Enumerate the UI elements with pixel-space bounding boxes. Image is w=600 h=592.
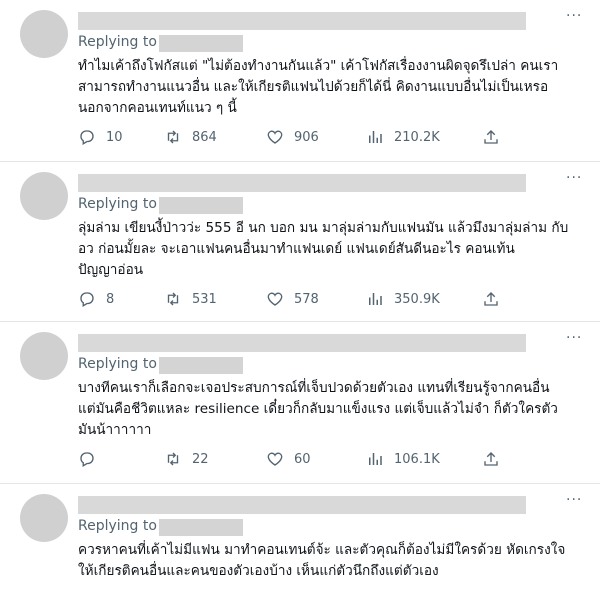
tweet-text-line: ทำไมเค้าถึงโฟกัสแต่ "ไม่ต้องทำงานกันแล้ว… bbox=[78, 58, 559, 74]
tweet-text: บางทีคนเราก็เลือกจะเจอประสบการณ์ที่เจ็บป… bbox=[78, 378, 588, 441]
tweet-text-line: มันน้าาาาาา bbox=[78, 422, 152, 438]
more-icon[interactable]: ··· bbox=[566, 8, 582, 24]
author-name-redacted[interactable] bbox=[78, 12, 526, 30]
replying-to-label: Replying to bbox=[78, 34, 157, 50]
heart-icon bbox=[267, 130, 283, 144]
like-button[interactable]: 578 bbox=[266, 290, 319, 308]
like-count: 906 bbox=[294, 129, 319, 145]
replying-to-handle-redacted[interactable] bbox=[159, 519, 243, 536]
tweet-text-line: ปัญญาอ่อน bbox=[78, 262, 144, 278]
more-icon[interactable]: ··· bbox=[566, 170, 582, 186]
reply-count: 10 bbox=[106, 129, 123, 145]
retweet-count: 531 bbox=[192, 291, 217, 307]
views-button[interactable]: 350.9K bbox=[366, 290, 440, 308]
like-count: 578 bbox=[294, 291, 319, 307]
reply-count: 8 bbox=[106, 291, 115, 307]
replying-to-label: Replying to bbox=[78, 196, 157, 212]
views-icon bbox=[369, 453, 382, 465]
retweet-button[interactable]: 22 bbox=[164, 450, 209, 468]
views-icon bbox=[369, 293, 382, 305]
replying-to-label: Replying to bbox=[78, 356, 157, 372]
share-button[interactable] bbox=[482, 450, 510, 468]
views-button[interactable]: 106.1K bbox=[366, 450, 440, 468]
tweet-text-line: สามารถทำงานแนวอื่น และให้เกียรติแฟนไปด้ว… bbox=[78, 79, 549, 95]
tweet[interactable]: ··· Replying to ทำไมเค้าถึงโฟกัสแต่ "ไม่… bbox=[0, 0, 600, 162]
tweet-actions: 22 60 106.1K bbox=[78, 450, 598, 470]
like-count: 60 bbox=[294, 451, 311, 467]
tweet-text-line: นอกจากคอนเทนท์แนว ๆ นี้ bbox=[78, 100, 237, 116]
retweet-button[interactable]: 864 bbox=[164, 128, 217, 146]
reply-button[interactable] bbox=[78, 450, 106, 468]
avatar[interactable] bbox=[20, 172, 68, 220]
retweet-button[interactable]: 531 bbox=[164, 290, 217, 308]
share-icon bbox=[484, 130, 498, 144]
tweet-actions: 10 864 906 210.2K bbox=[78, 128, 598, 148]
heart-icon bbox=[267, 292, 283, 306]
avatar[interactable] bbox=[20, 10, 68, 58]
heart-icon bbox=[267, 452, 283, 466]
reply-icon bbox=[80, 452, 94, 467]
replying-to-label: Replying to bbox=[78, 518, 157, 534]
view-count: 350.9K bbox=[394, 291, 440, 307]
reply-icon bbox=[80, 292, 94, 307]
reply-button[interactable]: 8 bbox=[78, 290, 114, 308]
retweet-icon bbox=[167, 292, 179, 306]
view-count: 106.1K bbox=[394, 451, 440, 467]
replying-to-handle-redacted[interactable] bbox=[159, 35, 243, 52]
tweet[interactable]: ··· Replying to บางทีคนเราก็เลือกจะเจอปร… bbox=[0, 322, 600, 484]
share-button[interactable] bbox=[482, 128, 510, 146]
view-count: 210.2K bbox=[394, 129, 440, 145]
reply-icon bbox=[80, 130, 94, 145]
more-icon[interactable]: ··· bbox=[566, 492, 582, 508]
more-icon[interactable]: ··· bbox=[566, 330, 582, 346]
tweet-text: ทำไมเค้าถึงโฟกัสแต่ "ไม่ต้องทำงานกันแล้ว… bbox=[78, 56, 588, 119]
tweet-text-line: ควรหาคนที่เค้าไม่มีแฟน มาทำคอนเทนต์จ้ะ แ… bbox=[78, 542, 566, 558]
like-button[interactable]: 60 bbox=[266, 450, 311, 468]
tweet-text-line: แต่มันคือชีวิตแหละ resilience เดี๋ยวก็กล… bbox=[78, 401, 558, 417]
retweet-icon bbox=[167, 130, 179, 144]
author-name-redacted[interactable] bbox=[78, 174, 526, 192]
reply-button[interactable]: 10 bbox=[78, 128, 123, 146]
tweet[interactable]: ··· Replying to ควรหาคนที่เค้าไม่มีแฟน ม… bbox=[0, 484, 600, 592]
like-button[interactable]: 906 bbox=[266, 128, 319, 146]
tweet-actions: 8 531 578 350.9K bbox=[78, 290, 598, 310]
share-button[interactable] bbox=[482, 290, 510, 308]
avatar[interactable] bbox=[20, 332, 68, 380]
share-icon bbox=[484, 292, 498, 306]
tweet-text-line: ลุ่มล่าม เขียนงี้ป่าวว่ะ 555 อี นก บอก ม… bbox=[78, 220, 569, 236]
tweet-text-line: บางทีคนเราก็เลือกจะเจอประสบการณ์ที่เจ็บป… bbox=[78, 380, 550, 396]
avatar[interactable] bbox=[20, 494, 68, 542]
retweet-icon bbox=[167, 452, 179, 466]
tweet-text-line: อว ก่อนมั้ยละ จะเอาแฟนคนอื่นมาทำแฟนเดย์ … bbox=[78, 241, 515, 257]
retweet-count: 22 bbox=[192, 451, 209, 467]
tweet-text-line: ให้เกียรติคนอื่นและคนของตัวเองบ้าง เห็นแ… bbox=[78, 563, 439, 579]
replying-to-handle-redacted[interactable] bbox=[159, 357, 243, 374]
author-name-redacted[interactable] bbox=[78, 334, 526, 352]
share-icon bbox=[484, 452, 498, 466]
author-name-redacted[interactable] bbox=[78, 496, 526, 514]
views-icon bbox=[369, 131, 382, 143]
replying-to-handle-redacted[interactable] bbox=[159, 197, 243, 214]
retweet-count: 864 bbox=[192, 129, 217, 145]
views-button[interactable]: 210.2K bbox=[366, 128, 440, 146]
tweet-text: ควรหาคนที่เค้าไม่มีแฟน มาทำคอนเทนต์จ้ะ แ… bbox=[78, 540, 588, 582]
tweet-text: ลุ่มล่าม เขียนงี้ป่าวว่ะ 555 อี นก บอก ม… bbox=[78, 218, 588, 281]
tweet[interactable]: ··· Replying to ลุ่มล่าม เขียนงี้ป่าวว่ะ… bbox=[0, 162, 600, 322]
